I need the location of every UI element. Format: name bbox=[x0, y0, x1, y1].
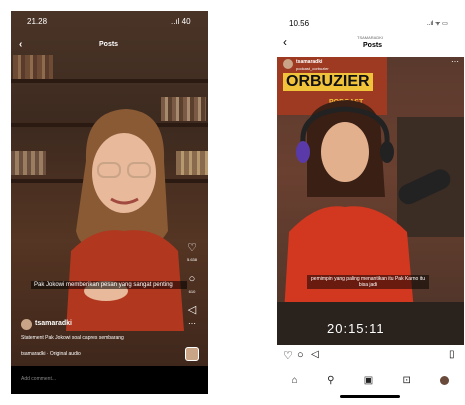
audio-label[interactable]: tsamaradki · Original audio bbox=[21, 351, 81, 357]
video-timestamp: 20:15:11 bbox=[327, 321, 385, 336]
share-icon[interactable]: ◁ bbox=[183, 303, 201, 316]
like-count: 5.638 bbox=[186, 257, 197, 262]
left-phone-screenshot: 21.28 ..ıl 40 ‹ Posts ♡ 5.638 ○ 610 ◁ ⋯ … bbox=[11, 11, 208, 394]
audio-thumbnail[interactable] bbox=[185, 347, 199, 361]
profile-avatar[interactable] bbox=[440, 375, 450, 385]
back-arrow-icon[interactable]: ‹ bbox=[283, 35, 287, 49]
page-title: Posts bbox=[363, 42, 383, 49]
comment-bar: Add comment... bbox=[11, 366, 208, 394]
search-icon[interactable]: ⚲ bbox=[327, 375, 334, 386]
post-description: Statement Pak Jokowi soal capres sembara… bbox=[21, 335, 124, 341]
status-time: 21.28 bbox=[27, 17, 48, 26]
comment-icon[interactable]: ○ bbox=[297, 349, 304, 361]
bookmark-icon[interactable]: ▯ bbox=[449, 349, 455, 360]
more-icon[interactable]: ⋯ bbox=[183, 319, 201, 328]
video-subtitle: pemimpin yang paling menantikan itu Pak … bbox=[307, 275, 429, 289]
status-indicators: ..ıl 40 bbox=[171, 17, 191, 26]
video-subtitle: Pak Jokowi memberikan pesan yang sangat … bbox=[31, 281, 187, 289]
heart-icon[interactable]: ♡ bbox=[283, 349, 293, 362]
comment-count: 610 bbox=[188, 289, 196, 294]
status-time: 10.56 bbox=[289, 19, 310, 28]
home-indicator bbox=[340, 395, 400, 398]
shop-icon[interactable]: ⊡ bbox=[403, 375, 411, 386]
back-arrow-icon[interactable]: ‹ bbox=[19, 39, 22, 50]
header-username: TSAMARADKI bbox=[357, 35, 384, 40]
username[interactable]: tsamaradki bbox=[35, 320, 72, 327]
right-phone-screenshot: 10.56 ..ıl ᯤ ▭ TSAMARADKI ‹ Posts ORBUZI… bbox=[277, 11, 464, 404]
comment-input[interactable]: Add comment... bbox=[21, 376, 56, 382]
heart-icon[interactable]: ♡ bbox=[183, 241, 201, 254]
avatar[interactable] bbox=[21, 319, 32, 330]
status-indicators: ..ıl ᯤ ▭ bbox=[427, 21, 448, 27]
home-icon[interactable]: ⌂ bbox=[292, 375, 298, 386]
reels-icon[interactable]: ▣ bbox=[364, 375, 373, 386]
podcast-scene bbox=[277, 100, 464, 345]
bottom-nav: ⌂ ⚲ ▣ ⊡ bbox=[277, 371, 464, 389]
video-player[interactable]: ORBUZIER PODCAST tsamaradki podcast_corb… bbox=[277, 57, 464, 345]
share-icon[interactable]: ◁ bbox=[311, 349, 319, 360]
speaker-figure bbox=[66, 109, 184, 331]
page-title: Posts bbox=[99, 41, 119, 48]
action-row: ♡ ○ ◁ ▯ bbox=[283, 349, 459, 363]
